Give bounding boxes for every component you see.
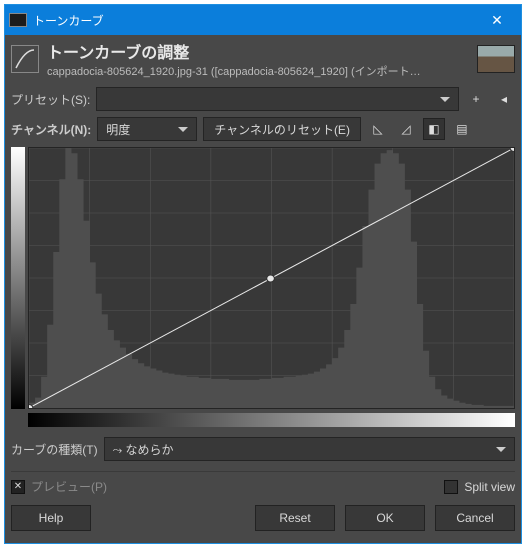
curve-type-value: ⤳ なめらか xyxy=(113,441,174,458)
histogram-toggle-2[interactable]: ▤ xyxy=(451,118,473,140)
channel-reset-button[interactable]: チャンネルのリセット(E) xyxy=(203,117,361,141)
curve-type-label: カーブの種類(T) xyxy=(11,441,98,458)
reset-button[interactable]: Reset xyxy=(255,505,335,531)
titlebar[interactable]: トーンカーブ ✕ xyxy=(5,5,521,35)
preview-checkbox[interactable]: ✕ xyxy=(11,480,25,494)
input-gradient xyxy=(28,413,515,427)
preset-select[interactable] xyxy=(96,87,459,111)
button-row: Help Reset OK Cancel xyxy=(11,505,515,531)
chevron-down-icon xyxy=(178,127,188,132)
close-icon[interactable]: ✕ xyxy=(477,5,517,35)
footer-options: ✕ プレビュー(P) Split view xyxy=(11,471,515,495)
chevron-down-icon xyxy=(440,97,450,102)
window-title: トーンカーブ xyxy=(33,12,477,29)
ok-button[interactable]: OK xyxy=(345,505,425,531)
curve-area xyxy=(11,147,515,409)
curve-type-row: カーブの種類(T) ⤳ なめらか xyxy=(11,437,515,461)
picker-1-button[interactable]: ◺ xyxy=(367,118,389,140)
preset-row: プリセット(S): + ◂ xyxy=(11,87,515,111)
curve-icon xyxy=(11,45,39,73)
dialog-window: トーンカーブ ✕ トーンカーブの調整 cappadocia-805624_192… xyxy=(5,5,521,543)
help-button[interactable]: Help xyxy=(11,505,91,531)
picker-2-button[interactable]: ◿ xyxy=(395,118,417,140)
output-gradient xyxy=(11,147,25,409)
preset-prev-button[interactable]: ◂ xyxy=(493,88,515,110)
app-icon xyxy=(9,13,27,27)
thumbnail xyxy=(477,45,515,73)
chevron-down-icon xyxy=(496,447,506,452)
preset-label: プリセット(S): xyxy=(11,91,90,108)
preset-add-button[interactable]: + xyxy=(465,88,487,110)
histogram-toggle-1[interactable]: ◧ xyxy=(423,118,445,140)
splitview-checkbox[interactable] xyxy=(444,480,458,494)
dialog-title: トーンカーブの調整 xyxy=(47,39,469,63)
splitview-label: Split view xyxy=(464,480,515,494)
dialog-subtitle: cappadocia-805624_1920.jpg-31 ([cappadoc… xyxy=(47,63,427,79)
preview-label: プレビュー(P) xyxy=(31,478,107,495)
channel-select[interactable]: 明度 xyxy=(97,117,197,141)
channel-label: チャンネル(N): xyxy=(11,121,91,138)
cancel-button[interactable]: Cancel xyxy=(435,505,515,531)
channel-value: 明度 xyxy=(106,121,130,138)
curve-plot[interactable] xyxy=(28,147,515,409)
content-area: トーンカーブの調整 cappadocia-805624_1920.jpg-31 … xyxy=(5,35,521,537)
dialog-header: トーンカーブの調整 cappadocia-805624_1920.jpg-31 … xyxy=(11,39,515,79)
channel-row: チャンネル(N): 明度 チャンネルのリセット(E) ◺ ◿ ◧ ▤ xyxy=(11,117,515,141)
curve-type-select[interactable]: ⤳ なめらか xyxy=(104,437,515,461)
